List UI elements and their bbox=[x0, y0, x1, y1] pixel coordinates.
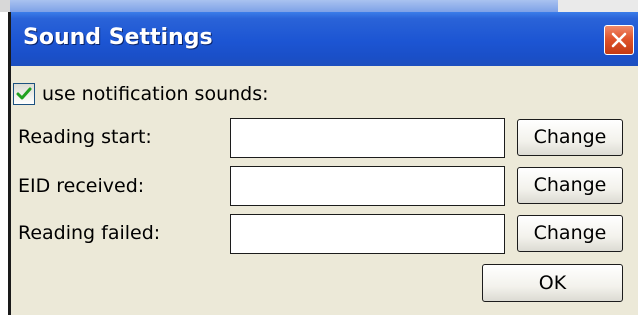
use-notification-sounds-label[interactable]: use notification sounds: bbox=[42, 83, 269, 105]
reading-start-input[interactable] bbox=[230, 118, 505, 158]
reading-failed-change-button[interactable]: Change bbox=[517, 215, 623, 252]
eid-received-label: EID received: bbox=[18, 175, 145, 197]
reading-start-label: Reading start: bbox=[18, 126, 152, 148]
ok-button[interactable]: OK bbox=[482, 264, 623, 302]
reading-start-change-button[interactable]: Change bbox=[517, 119, 623, 156]
reading-failed-label: Reading failed: bbox=[18, 222, 161, 244]
close-button[interactable] bbox=[604, 25, 634, 55]
screen: Sound Settings use notification sounds: … bbox=[0, 0, 638, 315]
dialog-titlebar[interactable]: Sound Settings bbox=[11, 12, 638, 66]
close-icon bbox=[611, 32, 627, 48]
checkmark-icon bbox=[16, 87, 32, 100]
eid-received-change-button[interactable]: Change bbox=[517, 167, 623, 204]
use-notification-sounds-checkbox[interactable] bbox=[13, 83, 35, 105]
dialog-title: Sound Settings bbox=[23, 25, 213, 50]
reading-failed-input[interactable] bbox=[230, 214, 505, 254]
eid-received-input[interactable] bbox=[230, 166, 505, 206]
